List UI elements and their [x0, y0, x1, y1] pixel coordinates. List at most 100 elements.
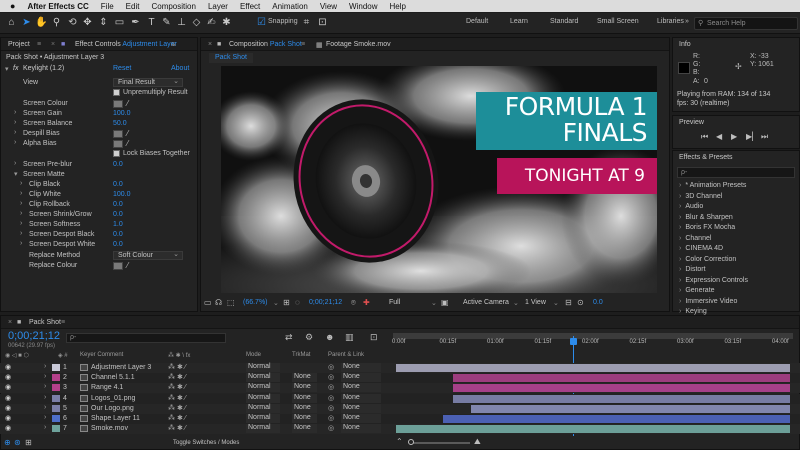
layer-duration-bar[interactable] — [470, 404, 790, 413]
tab-project[interactable]: Project — [8, 41, 30, 48]
apple-icon[interactable]: ● — [10, 1, 15, 11]
in-out-icon[interactable]: ⊞ — [25, 438, 32, 447]
expand-chevron-icon[interactable]: › — [20, 190, 22, 197]
show-channel-icon[interactable]: ✚ — [363, 298, 370, 307]
layer-name[interactable]: Logos_01.png — [91, 395, 135, 402]
project-tab-close-icon[interactable]: ≡ — [37, 41, 41, 48]
visibility-eye-icon[interactable]: ◉ — [5, 363, 11, 371]
current-time-field[interactable]: 0;00;21;12 — [309, 299, 342, 306]
menu-file[interactable]: File — [101, 2, 114, 11]
ec-row-screen-despot-white[interactable]: › Screen Despot White 0.0 — [1, 240, 191, 250]
visibility-eye-icon[interactable]: ◉ — [5, 383, 11, 391]
tab-effect-controls[interactable]: Effect Controls Adjustment Layer — [75, 41, 177, 48]
workspace-overflow-icon[interactable]: » — [685, 18, 689, 25]
parent-pickwhip-icon[interactable]: ◎ — [328, 414, 334, 422]
checkbox[interactable] — [113, 150, 120, 157]
transparency-grid-icon[interactable]: ◌ — [295, 298, 300, 307]
layer-parent-dropdown[interactable]: None — [341, 393, 381, 403]
menu-edit[interactable]: Edit — [126, 2, 140, 11]
ec-row-lock-biases-together[interactable]: Lock Biases Together — [1, 149, 191, 159]
layer-label-color[interactable] — [52, 384, 60, 392]
layer-expand-chevron-icon[interactable]: › — [44, 404, 46, 411]
layer-parent-dropdown[interactable]: None — [341, 414, 381, 423]
checkbox[interactable] — [113, 89, 120, 96]
orbit-camera-icon[interactable]: ⟲ — [66, 16, 79, 29]
ec-row-view[interactable]: View Final Result — [1, 78, 191, 88]
composition-viewport[interactable]: FORMULA 1 FINALS TONIGHT AT 9 — [221, 66, 657, 293]
parent-pickwhip-icon[interactable]: ◎ — [328, 363, 334, 371]
layer-switches-icons[interactable]: ⁂ ✱ ⁄ — [168, 414, 186, 422]
menu-view[interactable]: View — [320, 2, 337, 11]
eyedropper-icon[interactable]: ⁄ — [127, 139, 128, 148]
ec-row-value[interactable]: 0.0 — [113, 211, 123, 218]
toggle-pixel-aspect-icon[interactable]: ⊟ — [565, 298, 572, 307]
menu-window[interactable]: Window — [349, 2, 377, 11]
always-preview-icon[interactable]: ▭ — [204, 298, 212, 307]
layer-blend-mode-dropdown[interactable]: Normal — [246, 373, 280, 383]
zoom-in-icon[interactable]: ⛰ — [474, 437, 481, 447]
ec-row-screen-balance[interactable]: › Screen Balance 50.0 — [1, 119, 191, 129]
layer-expand-chevron-icon[interactable]: › — [44, 414, 46, 421]
menu-effect[interactable]: Effect — [240, 2, 260, 11]
next-frame-icon[interactable]: ▶▏ — [746, 132, 758, 141]
comp-mini-flowchart-icon[interactable]: ⇄ — [285, 332, 293, 343]
timeline-zoom-slider[interactable] — [410, 442, 470, 444]
views-layout-dropdown[interactable]: 1 View — [525, 299, 546, 306]
effect-category-color-correction[interactable]: Color Correction — [679, 256, 736, 263]
effect-category--animation-presets[interactable]: * Animation Presets — [679, 182, 746, 189]
home-icon[interactable]: ⌂ — [5, 16, 18, 29]
menu-composition[interactable]: Composition — [151, 2, 195, 11]
layer-expand-chevron-icon[interactable]: › — [44, 383, 46, 390]
about-link[interactable]: About — [171, 65, 189, 72]
expand-chevron-icon[interactable]: › — [14, 139, 16, 146]
layer-switches-icons[interactable]: ⁂ ✱ ⁄ — [168, 404, 186, 412]
visibility-eye-icon[interactable]: ◉ — [5, 404, 11, 412]
eyedropper-icon[interactable]: ⁄ — [127, 99, 128, 108]
layer-name[interactable]: Smoke.mov — [91, 425, 128, 432]
comp-close-icon[interactable]: × — [208, 41, 212, 48]
layer-trkmat-dropdown[interactable]: None — [292, 414, 317, 423]
ec-row-screen-colour[interactable]: Screen Colour ⁄ — [1, 99, 191, 109]
layer-expand-chevron-icon[interactable]: › — [44, 373, 46, 380]
app-name-menu[interactable]: After Effects CC — [27, 2, 88, 11]
workspace-learn[interactable]: Learn — [510, 18, 528, 25]
layer-name[interactable]: Our Logo.png — [91, 405, 134, 412]
layer-label-color[interactable] — [52, 374, 60, 382]
timeline-zoom-thumb[interactable] — [408, 439, 414, 445]
tab-composition[interactable]: Composition Pack Shot — [229, 41, 302, 48]
layer-name[interactable]: Range 4.1 — [91, 384, 123, 391]
clone-stamp-icon[interactable]: ⊥ — [175, 16, 188, 29]
layer-blend-mode-dropdown[interactable]: Normal — [246, 393, 280, 403]
layer-label-color[interactable] — [52, 415, 60, 422]
snap-target-icon[interactable]: ⊡ — [316, 16, 329, 29]
roto-brush-icon[interactable]: ✍ — [205, 16, 218, 29]
layer-expand-chevron-icon[interactable]: › — [44, 394, 46, 401]
layer-label-color[interactable] — [52, 364, 60, 371]
expand-chevron-icon[interactable]: › — [14, 160, 16, 167]
effects-search-input[interactable]: ρ- — [677, 167, 795, 178]
info-tab[interactable]: Info — [679, 41, 691, 48]
shy-layers-icon[interactable]: ☻ — [325, 332, 334, 342]
ec-row-screen-pre-blur[interactable]: › Screen Pre-blur 0.0 — [1, 160, 191, 170]
layer-label-color[interactable] — [52, 394, 60, 402]
layer-blend-mode-dropdown[interactable]: Normal — [246, 403, 280, 413]
expand-chevron-icon[interactable]: › — [14, 129, 16, 136]
effect-category-channel[interactable]: Channel — [679, 235, 711, 242]
pen-tool-icon[interactable]: ✒ — [129, 16, 142, 29]
layer-name[interactable]: Shape Layer 11 — [91, 415, 140, 422]
effect-category-expression-controls[interactable]: Expression Controls — [679, 277, 748, 284]
effect-category-immersive-video[interactable]: Immersive Video — [679, 298, 737, 305]
layer-trkmat-dropdown[interactable]: None — [292, 424, 317, 434]
color-swatch[interactable] — [113, 262, 123, 270]
layer-blend-mode-dropdown[interactable]: Normal — [246, 363, 280, 372]
snapshot-icon[interactable]: ⌾ — [351, 298, 356, 308]
type-tool-icon[interactable]: T — [145, 16, 158, 29]
layer-switches-icons[interactable]: ⁂ ✱ ⁄ — [168, 394, 186, 402]
menu-layer[interactable]: Layer — [208, 2, 228, 11]
first-frame-icon[interactable]: ⏮ — [701, 132, 708, 142]
layer-expand-chevron-icon[interactable]: › — [44, 363, 46, 370]
playhead-handle[interactable] — [570, 338, 577, 345]
expand-chevron-icon[interactable]: › — [20, 180, 22, 187]
comp-tab-menu-icon[interactable]: ≡ — [301, 41, 305, 48]
layer-switches-icons[interactable]: ⁂ ✱ ⁄ — [168, 363, 186, 371]
